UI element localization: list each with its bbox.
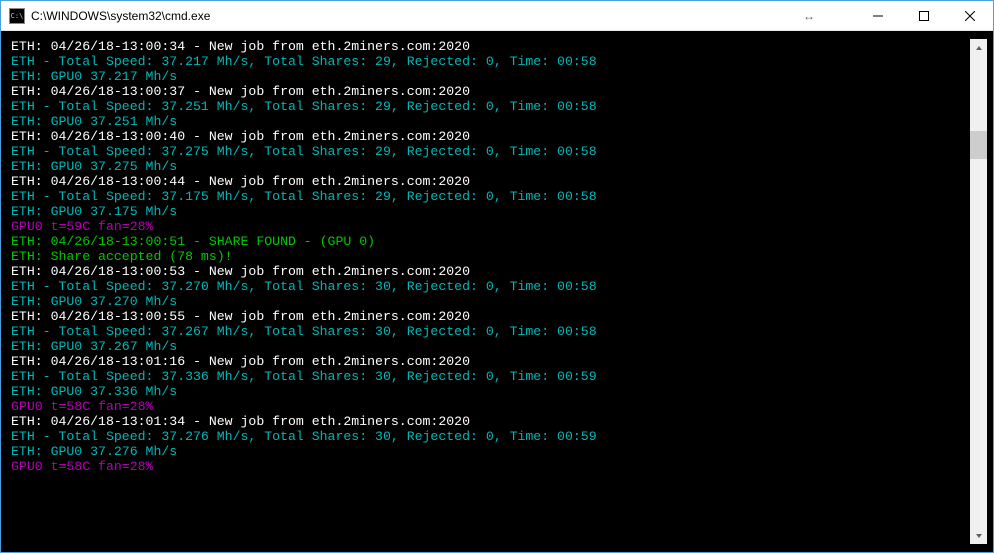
window-controls [855,1,993,30]
console-line: ETH: 04/26/18-13:00:51 - SHARE FOUND - (… [11,234,375,249]
console-line: ETH: 04/26/18-13:00:34 - New job from et… [11,39,470,54]
console-line: ETH: 04/26/18-13:00:53 - New job from et… [11,264,470,279]
window-title: C:\WINDOWS\system32\cmd.exe [31,9,793,23]
console-line: ETH: GPU0 37.175 Mh/s [11,204,177,219]
vertical-scrollbar[interactable] [970,39,987,544]
console-line: ETH - Total Speed: 37.175 Mh/s, Total Sh… [11,189,597,204]
console-line: ETH - Total Speed: 37.276 Mh/s, Total Sh… [11,429,597,444]
console-line: ETH - Total Speed: 37.270 Mh/s, Total Sh… [11,279,597,294]
cmd-window: C:\ C:\WINDOWS\system32\cmd.exe ↔ ETH: 0… [0,0,994,553]
scroll-down-button[interactable] [970,527,987,544]
console-line: ETH - Total Speed: 37.267 Mh/s, Total Sh… [11,324,597,339]
console-line: ETH: 04/26/18-13:01:34 - New job from et… [11,414,470,429]
console-line: ETH: 04/26/18-13:01:16 - New job from et… [11,354,470,369]
console-line: ETH: 04/26/18-13:00:40 - New job from et… [11,129,470,144]
chevron-up-icon [975,44,983,52]
console-line: GPU0 t=59C fan=28% [11,219,153,234]
console-output[interactable]: ETH: 04/26/18-13:00:34 - New job from et… [11,39,970,544]
console-line: GPU0 t=58C fan=28% [11,459,153,474]
console-line: ETH: GPU0 37.270 Mh/s [11,294,177,309]
close-icon [965,11,975,21]
minimize-icon [873,11,883,21]
console-line: ETH: 04/26/18-13:00:55 - New job from et… [11,309,470,324]
console-line: ETH: GPU0 37.276 Mh/s [11,444,177,459]
scrollbar-track[interactable] [970,56,987,527]
console-line: ETH: Share accepted (78 ms)! [11,249,233,264]
minimize-button[interactable] [855,1,901,31]
maximize-button[interactable] [901,1,947,31]
chevron-down-icon [975,532,983,540]
cmd-icon: C:\ [9,8,25,24]
console-line: ETH - Total Speed: 37.275 Mh/s, Total Sh… [11,144,597,159]
console-line: ETH: 04/26/18-13:00:44 - New job from et… [11,174,470,189]
resize-arrow-icon: ↔ [793,9,855,23]
scroll-up-button[interactable] [970,39,987,56]
console-line: ETH: GPU0 37.336 Mh/s [11,384,177,399]
console-body: ETH: 04/26/18-13:00:34 - New job from et… [1,31,993,552]
console-line: ETH - Total Speed: 37.217 Mh/s, Total Sh… [11,54,597,69]
console-line: ETH: GPU0 37.217 Mh/s [11,69,177,84]
maximize-icon [919,11,929,21]
close-button[interactable] [947,1,993,31]
scrollbar-thumb[interactable] [970,131,987,159]
console-line: ETH - Total Speed: 37.251 Mh/s, Total Sh… [11,99,597,114]
console-line: ETH: GPU0 37.267 Mh/s [11,339,177,354]
console-line: ETH: GPU0 37.275 Mh/s [11,159,177,174]
console-line: ETH: GPU0 37.251 Mh/s [11,114,177,129]
console-line: GPU0 t=58C fan=28% [11,399,153,414]
console-line: ETH - Total Speed: 37.336 Mh/s, Total Sh… [11,369,597,384]
titlebar[interactable]: C:\ C:\WINDOWS\system32\cmd.exe ↔ [1,1,993,31]
console-line: ETH: 04/26/18-13:00:37 - New job from et… [11,84,470,99]
